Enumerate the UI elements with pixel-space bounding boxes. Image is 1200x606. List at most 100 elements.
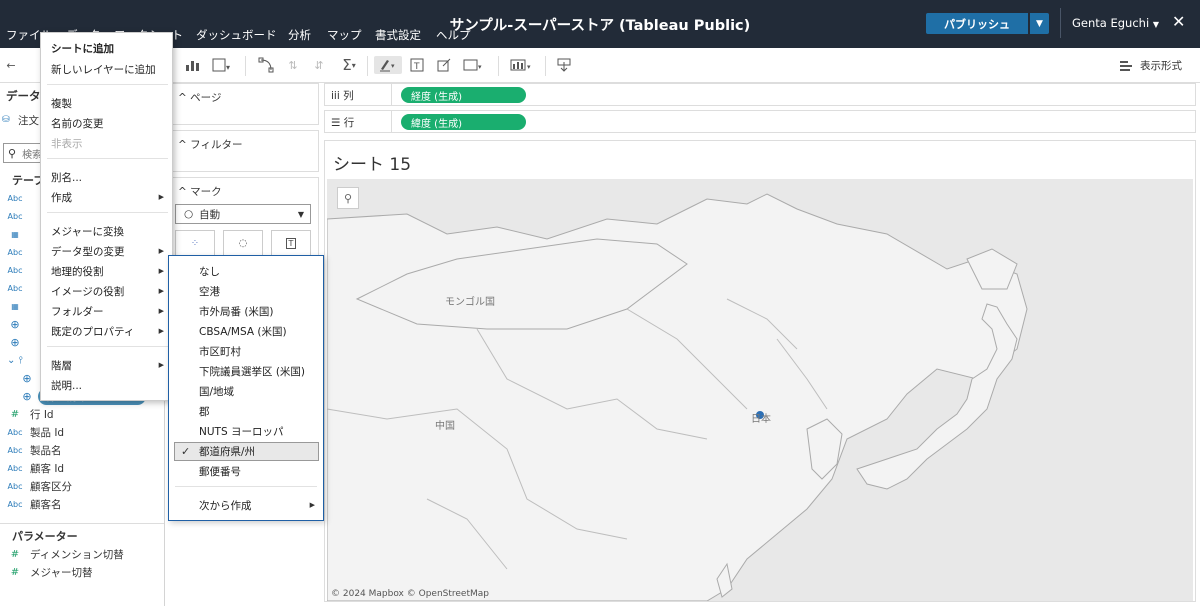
download-icon[interactable] (553, 56, 575, 74)
divider (498, 56, 499, 76)
menu-item-folders[interactable]: フォルダー (51, 304, 104, 319)
geo-role-congressional-district[interactable]: 下院議員選挙区 (米国) (199, 364, 305, 379)
geo-role-zip-code[interactable]: 郵便番号 (199, 464, 241, 479)
svg-text:T: T (413, 62, 420, 72)
search-icon: ⚲ (8, 146, 17, 160)
geo-role-airport[interactable]: 空港 (199, 284, 220, 299)
presentation-icon[interactable]: ▾ (508, 56, 536, 74)
pages-card-title: ページ (190, 92, 222, 104)
annotate-icon[interactable] (433, 56, 455, 74)
geo-role-country[interactable]: 国/地域 (199, 384, 234, 399)
divider (391, 111, 392, 132)
menu-item-aliases[interactable]: 別名... (51, 170, 82, 185)
menu-item-add-to-sheet[interactable]: シートに追加 (51, 41, 114, 56)
sort-ascending-icon[interactable]: ⇅ (282, 56, 304, 74)
columns-shelf[interactable]: iii 列 経度 (生成) (324, 83, 1196, 106)
string-type-icon: Abc (7, 283, 23, 293)
label-mark-button[interactable]: T (271, 230, 311, 256)
menu-dashboard[interactable]: ダッシュボード (196, 27, 277, 43)
circle-icon: ○ (184, 208, 194, 220)
map[interactable]: ⚲ モンゴル国 中国 日本 © 2024 Mapbox © OpenStreet… (327, 179, 1193, 601)
menu-item-change-data-type[interactable]: データ型の変更 (51, 244, 125, 259)
svg-text:▾: ▾ (478, 63, 482, 71)
menu-item-image-role[interactable]: イメージの役割 (51, 284, 124, 299)
divider (0, 523, 164, 524)
size-mark-button[interactable]: ◌ (223, 230, 263, 256)
mark-type-dropdown[interactable]: ○ 自動 ▼ (175, 204, 311, 224)
show-labels-icon[interactable] (182, 56, 204, 74)
geo-role-area-code[interactable]: 市外局番 (米国) (199, 304, 274, 319)
svg-text:▾: ▾ (226, 63, 230, 72)
parameter-item[interactable]: # メジャー切替 (0, 563, 160, 581)
swap-rows-columns-icon[interactable] (255, 56, 277, 74)
map-search-button[interactable]: ⚲ (337, 187, 359, 209)
divider (245, 56, 246, 76)
rows-icon: ☰ (331, 117, 341, 129)
geo-role-cbsa[interactable]: CBSA/MSA (米国) (199, 324, 287, 339)
sheet-title: シート 15 (333, 155, 412, 175)
menu-item-duplicate[interactable]: 複製 (51, 96, 72, 111)
color-mark-button[interactable]: ⁘ (175, 230, 215, 256)
close-icon[interactable]: ✕ (1172, 12, 1185, 31)
user-name: Genta Eguchi (1072, 16, 1150, 30)
back-icon[interactable]: ← (0, 56, 22, 74)
field-item[interactable]: Abc 顧客区分 (0, 477, 160, 495)
chevron-down-icon: ▼ (1036, 18, 1043, 29)
geo-role-city[interactable]: 市区町村 (199, 344, 241, 359)
string-type-icon: Abc (7, 445, 23, 455)
globe-icon: ⊕ (22, 371, 32, 385)
fit-icon[interactable]: ▾ (460, 56, 488, 74)
menu-item-hierarchy[interactable]: 階層 (51, 358, 72, 373)
totals-icon[interactable]: Σ ▾ (336, 56, 362, 74)
submenu-arrow-icon: ▶ (158, 307, 164, 315)
rows-shelf[interactable]: ☰ 行 緯度 (生成) (324, 110, 1196, 133)
geo-role-state-province[interactable]: 都道府県/州 (199, 444, 255, 459)
menu-format[interactable]: 書式設定 (375, 27, 421, 43)
longitude-pill[interactable]: 経度 (生成) (401, 87, 526, 103)
divider (47, 158, 168, 159)
caret-down-icon: ▼ (1152, 20, 1159, 29)
sort-descending-icon[interactable]: ⇵ (308, 56, 330, 74)
publish-options-button[interactable]: ▼ (1030, 13, 1049, 34)
divider (47, 84, 168, 85)
menu-map[interactable]: マップ (327, 27, 362, 43)
parameter-item[interactable]: # ディメンション切替 (0, 545, 160, 563)
menu-help[interactable]: ヘルプ (436, 27, 471, 43)
menu-item-create[interactable]: 作成 (51, 190, 72, 205)
menu-analysis[interactable]: 分析 (288, 27, 311, 43)
number-type-icon: # (10, 548, 20, 560)
field-item[interactable]: Abc 製品 Id (0, 423, 160, 441)
submenu-arrow-icon: ▶ (158, 361, 164, 369)
geo-role-none[interactable]: なし (199, 264, 220, 279)
filters-card[interactable]: ^ フィルター (169, 130, 319, 172)
pages-card[interactable]: ^ ページ (169, 83, 319, 125)
field-item[interactable]: Abc 顧客名 (0, 495, 160, 513)
show-me-label: 表示形式 (1140, 60, 1182, 72)
field-item[interactable]: # 行 Id (0, 405, 160, 423)
text-icon: T (285, 237, 297, 249)
text-label-icon[interactable]: T (406, 56, 428, 74)
geo-role-create-from[interactable]: 次から作成 (199, 498, 252, 513)
map-background (327, 179, 1193, 601)
filters-card-title: フィルター (190, 139, 243, 151)
menu-item-default-properties[interactable]: 既定のプロパティ (51, 324, 134, 339)
number-type-icon: # (10, 408, 20, 420)
geo-role-nuts[interactable]: NUTS ヨーロッパ (199, 424, 283, 439)
field-item[interactable]: Abc 製品名 (0, 441, 160, 459)
show-me-icon (1120, 60, 1132, 71)
divider (367, 56, 368, 76)
menu-item-rename[interactable]: 名前の変更 (51, 116, 104, 131)
menu-item-geographic-role[interactable]: 地理的役割 (51, 264, 104, 279)
show-me-button[interactable]: 表示形式 (1120, 58, 1182, 73)
menu-item-add-new-layer[interactable]: 新しいレイヤーに追加 (51, 62, 156, 77)
clear-sheet-icon[interactable]: ▾ (210, 56, 236, 74)
field-item[interactable]: Abc 顧客 Id (0, 459, 160, 477)
publish-button[interactable]: パブリッシュ (926, 13, 1028, 34)
menu-item-describe[interactable]: 説明... (51, 378, 82, 393)
latitude-pill[interactable]: 緯度 (生成) (401, 114, 526, 130)
submenu-arrow-icon: ▶ (158, 247, 164, 255)
user-menu[interactable]: Genta Eguchi ▼ (1072, 16, 1159, 30)
highlight-icon[interactable]: ▾ (374, 56, 402, 74)
geo-role-county[interactable]: 郡 (199, 404, 210, 419)
menu-item-convert-to-measure[interactable]: メジャーに変換 (51, 224, 124, 239)
